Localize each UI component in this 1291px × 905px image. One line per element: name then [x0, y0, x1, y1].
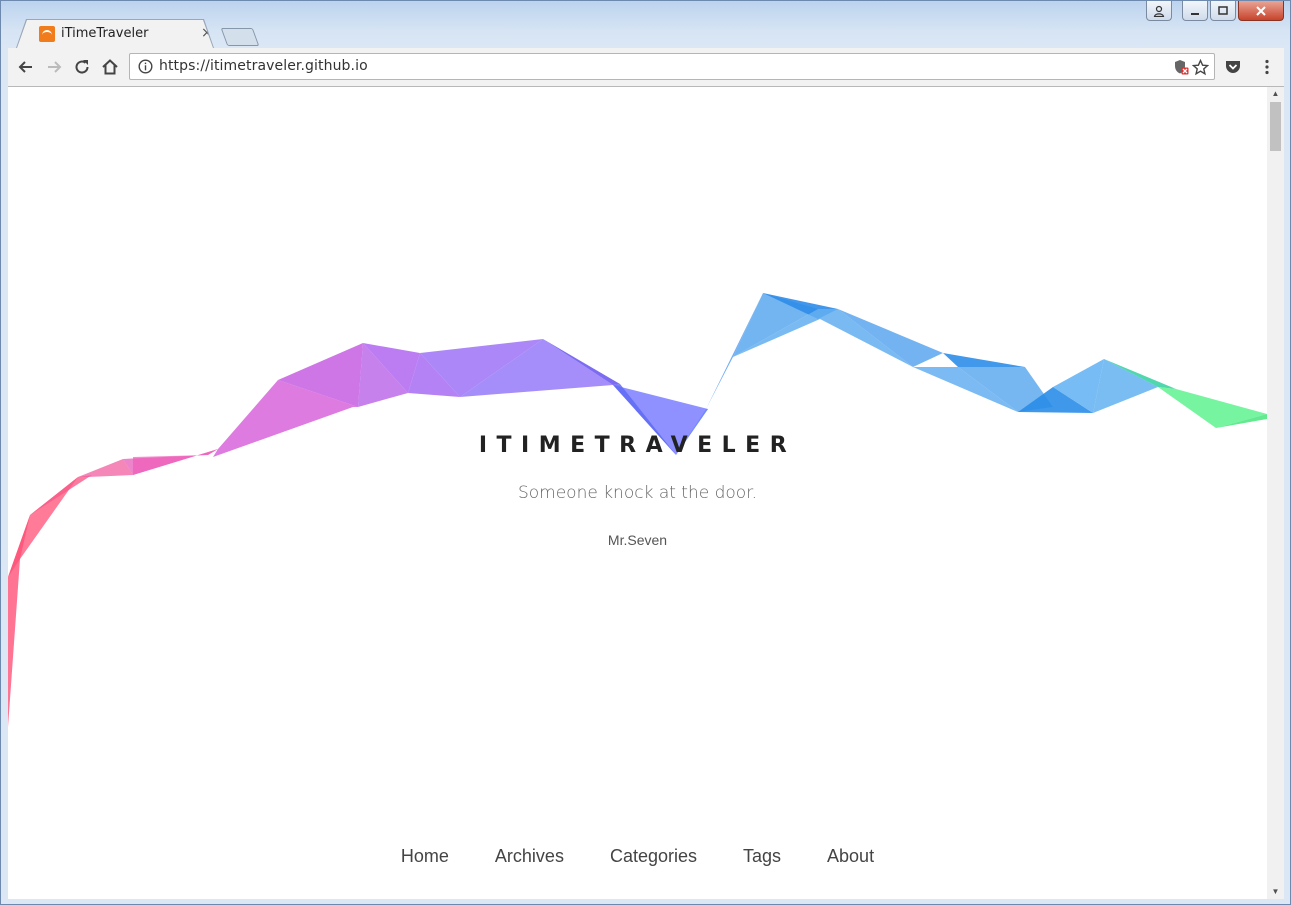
maximize-button[interactable]: [1210, 1, 1236, 21]
close-icon: [1256, 5, 1266, 16]
nav-archives[interactable]: Archives: [495, 846, 564, 867]
site-author: Mr.Seven: [607, 532, 668, 548]
site-title: ITIMETRAVELER: [478, 433, 797, 458]
nav-home[interactable]: Home: [401, 846, 449, 867]
minimize-icon: [1191, 12, 1199, 15]
tab-title: iTimeTraveler: [61, 26, 149, 41]
restore-icon: [1218, 5, 1228, 15]
star-icon[interactable]: [1192, 59, 1209, 76]
user-profile-button[interactable]: [1146, 1, 1172, 21]
forward-icon[interactable]: [45, 58, 63, 76]
nav-categories[interactable]: Categories: [610, 846, 697, 867]
nav-about[interactable]: About: [827, 846, 874, 867]
url-text[interactable]: https://itimetraveler.github.io: [159, 58, 368, 74]
info-icon[interactable]: [138, 59, 153, 74]
new-tab-button[interactable]: [220, 28, 260, 46]
menu-icon[interactable]: [1258, 58, 1276, 76]
address-bar[interactable]: https://itimetraveler.github.io: [129, 53, 1215, 80]
web-page: ITIMETRAVELER Someone knock at the door.…: [8, 87, 1267, 899]
browser-toolbar: https://itimetraveler.github.io: [8, 48, 1284, 87]
site-favicon-icon: [39, 26, 55, 42]
reload-icon[interactable]: [73, 58, 91, 76]
pocket-icon[interactable]: [1224, 58, 1242, 76]
browser-window: iTimeTraveler × https://itimetraveler.gi…: [0, 0, 1291, 905]
shield-icon[interactable]: [1173, 59, 1189, 75]
minimize-button[interactable]: [1182, 1, 1208, 21]
window-controls: [1146, 1, 1284, 21]
site-subtitle: Someone knock at the door.: [517, 483, 758, 503]
home-icon[interactable]: [101, 58, 119, 76]
scroll-down-arrow-icon[interactable]: ▼: [1267, 885, 1284, 899]
close-window-button[interactable]: [1238, 1, 1284, 21]
scroll-thumb[interactable]: [1270, 102, 1281, 151]
user-icon: [1153, 5, 1165, 17]
nav-tags[interactable]: Tags: [743, 846, 781, 867]
scroll-up-arrow-icon[interactable]: ▲: [1267, 87, 1284, 101]
main-navigation: Home Archives Categories Tags About: [8, 846, 1267, 867]
vertical-scrollbar[interactable]: ▲ ▼: [1267, 87, 1284, 899]
back-icon[interactable]: [17, 58, 35, 76]
tab-itimetraveler[interactable]: iTimeTraveler ×: [17, 20, 213, 48]
tab-strip: iTimeTraveler ×: [9, 19, 1109, 48]
